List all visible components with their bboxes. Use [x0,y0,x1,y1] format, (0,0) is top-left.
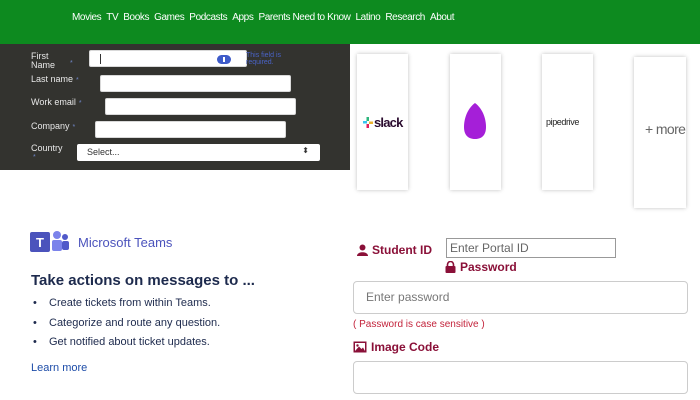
teams-brand: T Microsoft Teams [30,230,172,254]
user-icon [357,244,368,256]
password-hint: ( Password is case sensitive ) [353,319,485,330]
password-input[interactable]: Enter password [353,281,688,314]
student-id-input[interactable]: Enter Portal ID [446,238,616,258]
purple-app-card[interactable] [450,54,501,190]
top-nav-bar: Movies TV Books Games Podcasts Apps Pare… [0,0,700,44]
signup-form: First Name * This field is required. Las… [0,44,350,170]
more-integrations-card[interactable]: + more [634,57,686,208]
teams-feature-item: Get notified about ticket updates. [31,333,220,353]
pipedrive-label: pipedrive [546,117,579,127]
text-cursor [100,54,101,64]
page: Movies TV Books Games Podcasts Apps Pare… [0,0,700,400]
microsoft-teams-icon: T [30,231,69,252]
country-label: Country [31,143,63,153]
teams-brand-name: Microsoft Teams [78,234,173,250]
company-input[interactable] [95,121,286,138]
first-name-input[interactable] [89,50,247,67]
image-code-input[interactable] [353,361,688,394]
country-select[interactable]: Select... ⬍ [77,144,320,161]
nav-menu: Movies TV Books Games Podcasts Apps Pare… [72,12,455,23]
teams-heading: Take actions on messages to ... [31,272,255,289]
slack-label: slack [374,115,403,130]
more-label: + more [645,121,686,137]
pipedrive-card[interactable]: pipedrive [542,54,593,190]
first-name-label: First Name [31,51,56,70]
last-name-input[interactable] [100,75,291,92]
teams-feature-item: Create tickets from within Teams. [31,294,220,314]
first-name-required-mark: * [70,60,73,67]
slack-icon [363,117,373,128]
teams-section: T Microsoft Teams Take actions on messag… [0,220,350,400]
teams-feature-list: Create tickets from within Teams. Catego… [31,294,220,353]
company-label: Company * [31,121,76,132]
purple-app-icon [464,103,486,139]
student-login-form: Student ID Enter Portal ID Password Ente… [350,234,700,400]
nav-item-podcasts[interactable]: Podcasts [189,12,227,23]
nav-item-games[interactable]: Games [154,12,185,23]
password-label: Password [445,260,517,274]
country-required-mark: * [33,154,36,161]
autofill-icon [217,55,231,64]
nav-item-tv[interactable]: TV [106,12,118,23]
slack-card[interactable]: slack [357,54,408,190]
slack-logo: slack [363,115,403,130]
learn-more-link[interactable]: Learn more [31,362,87,374]
work-email-input[interactable] [105,98,296,115]
nav-item-parents-need-to-know[interactable]: Parents Need to Know [258,12,350,23]
integrations-panel: slack pipedrive + more [350,44,700,220]
nav-item-about[interactable]: About [430,12,455,23]
svg-text:T: T [36,235,44,250]
image-code-label: Image Code [353,340,439,354]
last-name-label: Last name * [31,74,79,85]
nav-item-research[interactable]: Research [385,12,425,23]
work-email-label: Work email * [31,97,82,108]
sort-arrows-icon: ⬍ [302,146,309,155]
lock-icon [445,261,456,273]
teams-feature-item: Categorize and route any question. [31,314,220,334]
image-icon [353,341,367,353]
student-id-label: Student ID [357,243,432,257]
nav-item-movies[interactable]: Movies [72,12,102,23]
nav-item-latino[interactable]: Latino [356,12,381,23]
nav-item-books[interactable]: Books [123,12,149,23]
nav-item-apps[interactable]: Apps [232,12,254,23]
first-name-error: This field is required. [246,52,282,66]
